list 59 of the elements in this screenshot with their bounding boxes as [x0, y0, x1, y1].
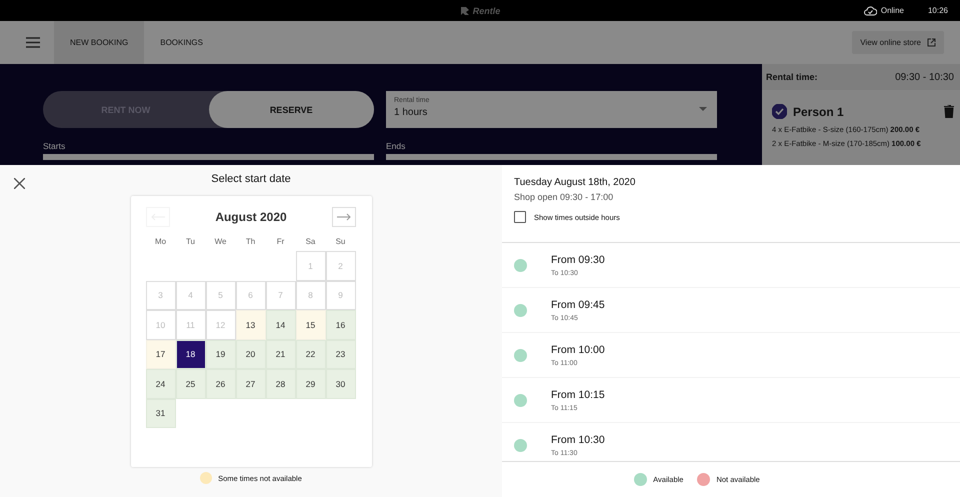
- view-store-button[interactable]: View online store: [852, 31, 944, 54]
- checkbox[interactable]: [514, 211, 526, 223]
- calendar-day[interactable]: 29: [296, 369, 326, 398]
- calendar-day[interactable]: 31: [146, 398, 176, 428]
- calendar-day[interactable]: 22: [296, 340, 326, 369]
- nav-tab[interactable]: BOOKINGS: [144, 21, 219, 64]
- slot-start-time: From 10:30: [551, 434, 605, 446]
- calendar-day[interactable]: 27: [236, 369, 266, 398]
- slot-start-time: From 10:00: [551, 344, 605, 356]
- end-input-field[interactable]: [386, 154, 717, 160]
- weekday-label: We: [214, 237, 228, 248]
- logo-text: Rentle: [472, 6, 500, 16]
- calendar-day[interactable]: 26: [206, 369, 236, 398]
- weekday-label: Th: [244, 237, 256, 248]
- slot-start-time: From 09:45: [551, 298, 605, 310]
- calendar-day[interactable]: 19: [206, 340, 236, 369]
- nav-tab[interactable]: NEW BOOKING: [54, 21, 144, 64]
- selected-date: Tuesday August 18th, 2020: [514, 177, 636, 188]
- calendar-day[interactable]: 13: [236, 310, 266, 340]
- calendar-day[interactable]: 14: [266, 310, 296, 340]
- calendar-day[interactable]: 20: [236, 340, 266, 369]
- menu-icon[interactable]: [26, 37, 40, 48]
- ends-label: Ends: [386, 141, 406, 151]
- close-icon[interactable]: [14, 178, 25, 189]
- month-title: August 2020: [215, 210, 287, 224]
- calendar-day[interactable]: 28: [266, 369, 296, 398]
- rental-time-label: Rental time:: [766, 72, 818, 82]
- caret-icon: [699, 107, 707, 111]
- calendar-day[interactable]: 16: [326, 310, 356, 340]
- starts-label: Starts: [43, 141, 66, 151]
- start-input-field[interactable]: [43, 154, 374, 160]
- clock-time: 10:26: [928, 6, 948, 15]
- calendar-day[interactable]: 17: [146, 340, 176, 369]
- calendar-day[interactable]: 30: [326, 369, 356, 398]
- opening-hours: Shop open 09:30 - 17:00: [514, 192, 614, 202]
- slot-start-time: From 10:15: [551, 388, 605, 400]
- mode-option[interactable]: RESERVE: [208, 91, 374, 128]
- weekday-label: Fr: [276, 237, 286, 248]
- weekday-label: Mo: [154, 237, 168, 248]
- calendar-day[interactable]: 25: [176, 369, 206, 398]
- weekday-label: Su: [334, 237, 346, 248]
- external-link-icon: [927, 38, 936, 47]
- weekday-label: Sa: [304, 237, 316, 248]
- next-month-button[interactable]: [332, 207, 356, 227]
- rental-time-value: 09:30 - 10:30: [895, 72, 954, 82]
- calendar-day[interactable]: 24: [146, 369, 176, 398]
- calendar-day[interactable]: 18: [176, 340, 206, 369]
- calendar-day[interactable]: 15: [296, 310, 326, 340]
- weekday-label: Tu: [184, 237, 196, 248]
- calendar-day[interactable]: 21: [266, 340, 296, 369]
- calendar-day[interactable]: 23: [326, 340, 356, 369]
- trash-icon[interactable]: [944, 105, 954, 118]
- dialog-title: Select start date: [211, 173, 291, 185]
- right-arrow-icon: [337, 213, 352, 221]
- connection-status: Online: [880, 6, 904, 15]
- logo-icon: [460, 6, 470, 16]
- slot-start-time: From 09:30: [551, 254, 605, 266]
- person-name: Person 1: [793, 104, 844, 118]
- cloud-check-icon: [864, 6, 877, 16]
